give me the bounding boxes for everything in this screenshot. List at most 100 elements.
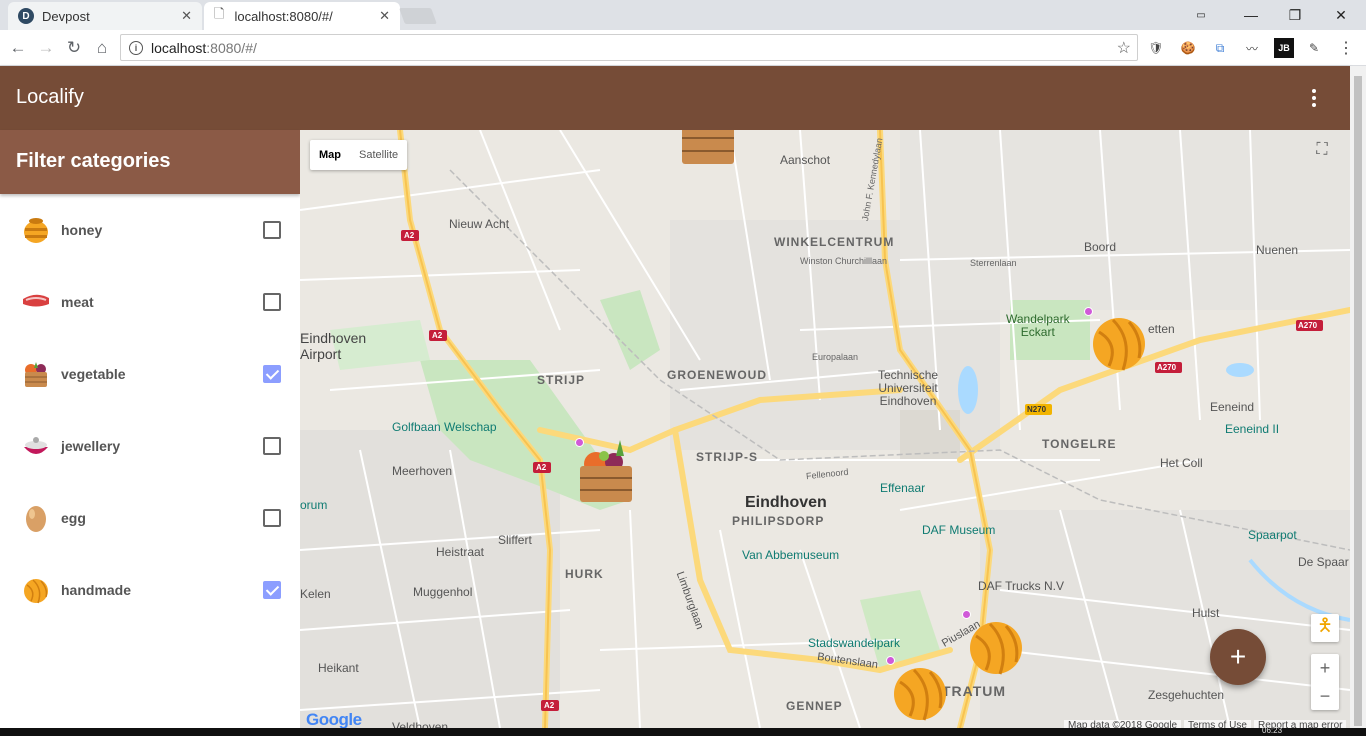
street-view-pegman-icon[interactable]: 🯅 (1311, 614, 1339, 642)
ublock-extension-icon[interactable]: 🛡 (1146, 38, 1166, 58)
category-item-jewellery[interactable]: jewellery (0, 410, 300, 482)
place-label: Zesgehuchten (1148, 688, 1225, 702)
highway-shield-n270: N270 (1027, 405, 1047, 414)
place-label: Nieuw Acht (449, 217, 510, 231)
district-label: STRIJP (537, 373, 586, 387)
map-type-control: Map Satellite (310, 140, 408, 170)
place-label: Nuenen (1256, 243, 1299, 257)
highway-shield-a270: A270 (1157, 363, 1177, 372)
restore-icon[interactable]: ❐ (1272, 0, 1318, 30)
category-label: jewellery (61, 438, 121, 454)
vegetable-crate-marker-icon[interactable] (576, 436, 636, 506)
zoom-in-icon[interactable]: + (1320, 654, 1331, 682)
google-logo-text: Google (306, 710, 362, 728)
place-label: Eindhoven Airport (300, 330, 367, 362)
minimize-icon[interactable]: — (1228, 0, 1274, 30)
terms-of-use-link[interactable]: Terms of Use (1184, 720, 1251, 728)
vegetable-crate-marker-icon[interactable] (680, 130, 736, 168)
district-label: GENNEP (786, 699, 843, 713)
category-label: honey (61, 222, 103, 238)
place-label: Aanschot (780, 153, 831, 167)
page-scrollbar[interactable] (1350, 66, 1366, 728)
place-label: Eeneind II (1225, 422, 1280, 436)
zoom-control: + − (1311, 654, 1339, 710)
map-canvas[interactable]: A2 A2 A2 A2 A270 A270 N270 John F. Kenne… (300, 130, 1350, 728)
close-icon[interactable]: ✕ (181, 8, 192, 24)
browser-tab-bar: D Devpost ✕ 🗋 localhost:8080/#/ ✕ ▭ — ❐ … (0, 0, 1366, 30)
category-checkbox[interactable] (263, 509, 281, 527)
tab-localhost[interactable]: 🗋 localhost:8080/#/ ✕ (204, 2, 400, 30)
sidebar-heading: Filter categories (0, 130, 300, 194)
place-label: Boord (1084, 240, 1117, 254)
yarn-ball-marker-icon[interactable] (892, 666, 948, 722)
poi-label: Golfbaan Welschap (392, 420, 497, 434)
more-vert-icon[interactable] (1304, 86, 1324, 110)
highway-shield-a2: A2 (544, 701, 555, 710)
category-item-egg[interactable]: egg (0, 482, 300, 554)
place-label: Eeneind (1210, 400, 1255, 414)
location-dot-icon[interactable] (886, 656, 895, 665)
tab-title: Devpost (42, 8, 90, 24)
yarn-ball-marker-icon[interactable] (1091, 316, 1147, 372)
place-label: Heistraat (436, 545, 485, 559)
location-dot-icon[interactable] (1084, 307, 1093, 316)
profile-icon[interactable]: ▭ (1178, 0, 1224, 30)
yarn-ball-marker-icon[interactable] (968, 620, 1024, 676)
poi-label: Van Abbemuseum (742, 548, 840, 562)
close-icon[interactable]: ✕ (379, 8, 390, 24)
district-label: GROENEWOUD (667, 368, 767, 382)
district-label: STRIJP-S (696, 450, 759, 464)
url-host: localhost (151, 39, 207, 56)
place-label: Muggenhol (413, 585, 473, 599)
app-bar: Localify (0, 66, 1350, 130)
category-label: vegetable (61, 366, 126, 382)
category-checkbox[interactable] (263, 293, 281, 311)
place-label: Het Coll (1160, 456, 1203, 470)
road-label: Sterrenlaan (970, 258, 1017, 268)
highway-shield-a2: A2 (404, 231, 415, 240)
new-tab-button[interactable] (399, 8, 437, 24)
window-close-icon[interactable]: ✕ (1318, 0, 1364, 30)
browser-toolbar: ← → ↻ ⌂ i localhost:8080/#/ ☆ 🛡 🍪 ⧉ 〰 JB… (0, 30, 1366, 66)
reload-icon[interactable]: ↻ (62, 36, 86, 60)
info-icon[interactable]: i (129, 40, 143, 55)
category-checkbox[interactable] (263, 365, 281, 383)
jewellery-icon (24, 437, 48, 454)
place-label: Veldhoven (392, 720, 449, 728)
page-icon: 🗋 (214, 6, 225, 21)
extension-icon[interactable]: ✎ (1304, 38, 1324, 58)
category-item-vegetable[interactable]: vegetable (0, 338, 300, 410)
category-checkbox[interactable] (263, 581, 281, 599)
bookmark-star-icon[interactable]: ☆ (1117, 38, 1131, 58)
jetbrains-extension-icon[interactable]: JB (1274, 38, 1294, 58)
tab-title: localhost:8080/#/ (234, 8, 333, 24)
address-bar[interactable]: i localhost:8080/#/ ☆ (120, 34, 1138, 61)
category-item-honey[interactable]: honey (0, 194, 300, 266)
map-type-map-button[interactable]: Map (310, 140, 350, 170)
honey-pot-icon (24, 218, 48, 243)
park-label: Wandelpark Eckart (1006, 312, 1070, 339)
category-item-meat[interactable]: meat (0, 266, 300, 338)
category-checkbox[interactable] (263, 221, 281, 239)
place-label: Sliffert (498, 533, 532, 547)
map-data-attribution: Map data ©2018 Google (1064, 720, 1182, 728)
location-dot-icon[interactable] (962, 610, 971, 619)
browser-menu-icon[interactable]: ⋮ (1336, 38, 1356, 58)
city-label: Eindhoven (745, 494, 827, 511)
activity-extension-icon[interactable]: 〰 (1242, 38, 1262, 58)
translate-extension-icon[interactable]: ⧉ (1210, 38, 1230, 58)
category-checkbox[interactable] (263, 437, 281, 455)
back-icon[interactable]: ← (6, 36, 30, 60)
poi-label: Effenaar (880, 481, 926, 495)
map-type-satellite-button[interactable]: Satellite (350, 140, 407, 170)
fullscreen-icon[interactable]: ⛶ (1310, 138, 1334, 162)
cookie-extension-icon[interactable]: 🍪 (1178, 38, 1198, 58)
home-icon[interactable]: ⌂ (90, 36, 114, 60)
zoom-out-icon[interactable]: − (1320, 682, 1331, 710)
category-item-handmade[interactable]: handmade (0, 554, 300, 626)
forward-icon[interactable]: → (34, 36, 58, 60)
yarn-ball-icon (24, 579, 48, 604)
google-logo: Google (306, 710, 362, 728)
tab-devpost[interactable]: D Devpost ✕ (8, 2, 202, 30)
add-product-button[interactable]: + (1210, 629, 1266, 685)
